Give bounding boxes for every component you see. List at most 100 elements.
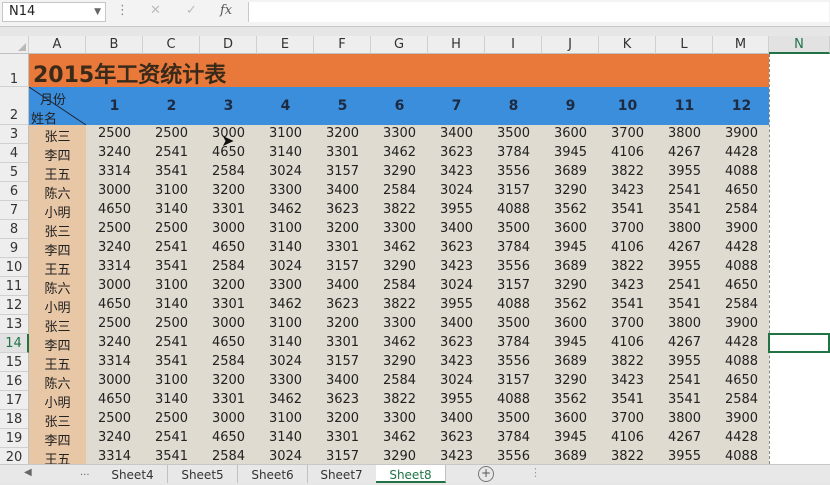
data-cell[interactable]: 4267	[656, 335, 713, 350]
name-cell[interactable]: 李四	[29, 335, 86, 354]
data-cell[interactable]: 3900	[713, 411, 770, 426]
data-cell[interactable]: 3024	[257, 449, 314, 464]
name-cell[interactable]: 王五	[29, 354, 86, 373]
name-cell[interactable]: 李四	[29, 145, 86, 164]
column-header-n[interactable]: N	[769, 36, 830, 54]
data-cell[interactable]: 3314	[86, 259, 143, 274]
data-cell[interactable]: 4088	[485, 392, 542, 407]
data-cell[interactable]: 3700	[599, 221, 656, 236]
data-cell[interactable]: 3400	[314, 278, 371, 293]
add-sheet-icon[interactable]: +	[478, 466, 494, 482]
data-cell[interactable]: 4088	[485, 297, 542, 312]
data-cell[interactable]: 3240	[86, 240, 143, 255]
data-cell[interactable]: 2584	[371, 373, 428, 388]
data-cell[interactable]: 3822	[599, 354, 656, 369]
data-cell[interactable]: 3462	[371, 430, 428, 445]
data-cell[interactable]: 2584	[713, 202, 770, 217]
data-cell[interactable]: 3541	[599, 297, 656, 312]
data-cell[interactable]: 3700	[599, 126, 656, 141]
data-cell[interactable]: 3945	[542, 335, 599, 350]
data-cell[interactable]: 3556	[485, 259, 542, 274]
data-cell[interactable]: 4106	[599, 145, 656, 160]
cancel-icon[interactable]: ✕	[150, 3, 161, 18]
data-cell[interactable]: 3024	[428, 278, 485, 293]
data-cell[interactable]: 3900	[713, 316, 770, 331]
column-header-m[interactable]: M	[713, 36, 769, 54]
data-cell[interactable]: 2541	[143, 430, 200, 445]
data-cell[interactable]: 3300	[371, 221, 428, 236]
data-cell[interactable]: 4428	[713, 240, 770, 255]
data-cell[interactable]: 3800	[656, 126, 713, 141]
data-cell[interactable]: 3600	[542, 126, 599, 141]
data-cell[interactable]: 3300	[371, 411, 428, 426]
data-cell[interactable]: 3955	[656, 354, 713, 369]
data-cell[interactable]: 3955	[428, 297, 485, 312]
data-cell[interactable]: 3200	[200, 183, 257, 198]
data-cell[interactable]: 2541	[656, 278, 713, 293]
column-header-k[interactable]: K	[599, 36, 656, 54]
data-cell[interactable]: 3301	[200, 297, 257, 312]
data-cell[interactable]: 3100	[257, 221, 314, 236]
data-cell[interactable]: 2541	[656, 373, 713, 388]
month-header-4[interactable]: 4	[257, 98, 314, 114]
more-sheets-button[interactable]: ...	[80, 467, 90, 478]
data-cell[interactable]: 4088	[713, 354, 770, 369]
name-cell[interactable]: 陈六	[29, 183, 86, 202]
data-cell[interactable]: 2500	[86, 126, 143, 141]
data-cell[interactable]: 3024	[428, 373, 485, 388]
name-cell[interactable]: 小明	[29, 297, 86, 316]
data-cell[interactable]: 3423	[428, 449, 485, 464]
data-cell[interactable]: 3556	[485, 354, 542, 369]
data-cell[interactable]: 3423	[599, 373, 656, 388]
data-cell[interactable]: 2584	[200, 449, 257, 464]
data-cell[interactable]: 4650	[200, 335, 257, 350]
data-cell[interactable]: 3623	[428, 145, 485, 160]
data-cell[interactable]: 3240	[86, 335, 143, 350]
column-header-c[interactable]: C	[143, 36, 200, 54]
row-header-4[interactable]: 4	[0, 144, 29, 163]
data-cell[interactable]: 4428	[713, 145, 770, 160]
data-cell[interactable]: 3623	[428, 335, 485, 350]
data-cell[interactable]: 3301	[314, 430, 371, 445]
data-cell[interactable]: 4267	[656, 430, 713, 445]
data-cell[interactable]: 3290	[371, 259, 428, 274]
column-header-g[interactable]: G	[371, 36, 428, 54]
data-cell[interactable]: 4088	[485, 202, 542, 217]
data-cell[interactable]: 3423	[428, 259, 485, 274]
data-cell[interactable]: 3157	[485, 278, 542, 293]
data-cell[interactable]: 2500	[86, 221, 143, 236]
name-cell[interactable]: 陈六	[29, 278, 86, 297]
data-cell[interactable]: 3301	[200, 202, 257, 217]
data-cell[interactable]: 3462	[371, 335, 428, 350]
data-cell[interactable]: 3290	[542, 373, 599, 388]
month-header-2[interactable]: 2	[143, 98, 200, 114]
row-header-3[interactable]: 3	[0, 125, 29, 144]
select-all-corner[interactable]	[0, 36, 29, 54]
column-header-l[interactable]: L	[656, 36, 713, 54]
data-cell[interactable]: 2541	[143, 335, 200, 350]
data-cell[interactable]: 3300	[257, 278, 314, 293]
data-cell[interactable]: 3700	[599, 316, 656, 331]
data-cell[interactable]: 3955	[656, 164, 713, 179]
data-cell[interactable]: 3290	[542, 183, 599, 198]
data-cell[interactable]: 3689	[542, 259, 599, 274]
data-cell[interactable]: 3140	[143, 297, 200, 312]
data-cell[interactable]: 3800	[656, 411, 713, 426]
data-cell[interactable]: 3000	[86, 183, 143, 198]
data-cell[interactable]: 3000	[86, 373, 143, 388]
month-header-6[interactable]: 6	[371, 98, 428, 114]
data-cell[interactable]: 4106	[599, 335, 656, 350]
data-cell[interactable]: 3822	[371, 392, 428, 407]
month-header-3[interactable]: 3	[200, 98, 257, 114]
data-cell[interactable]: 3301	[314, 335, 371, 350]
column-header-e[interactable]: E	[257, 36, 314, 54]
data-cell[interactable]: 4428	[713, 430, 770, 445]
data-cell[interactable]: 3600	[542, 221, 599, 236]
name-cell[interactable]: 张三	[29, 221, 86, 240]
data-cell[interactable]: 3100	[143, 183, 200, 198]
row-header-16[interactable]: 16	[0, 372, 29, 391]
row-header-9[interactable]: 9	[0, 239, 29, 258]
month-header-12[interactable]: 12	[713, 98, 770, 114]
data-cell[interactable]: 3423	[599, 278, 656, 293]
data-cell[interactable]: 3500	[485, 126, 542, 141]
